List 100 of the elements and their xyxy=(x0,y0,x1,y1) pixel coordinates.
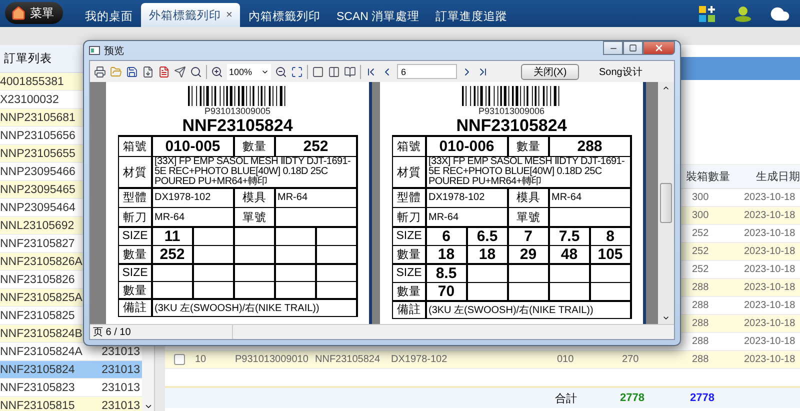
table-cell-text: 288 xyxy=(691,300,710,311)
zoom-select[interactable]: 100% xyxy=(227,64,271,80)
table-row[interactable]: 10 P931013009010 NNF23105824 DX1978-102 010 270 288 2023-10-18 xyxy=(165,351,800,369)
scroll-up-icon[interactable] xyxy=(662,84,670,92)
table-cell-text: 252 xyxy=(691,246,710,257)
close-button[interactable] xyxy=(643,41,675,55)
two-page-icon[interactable] xyxy=(328,66,340,78)
box-number: 010-006 xyxy=(426,136,507,156)
scrollbar-thumb[interactable] xyxy=(660,183,672,223)
fit-page-icon[interactable] xyxy=(291,66,303,78)
table-cell: 7 xyxy=(508,228,548,244)
barcode-number: P931013009005 xyxy=(204,106,271,116)
field-label: 斬刀 xyxy=(119,208,151,226)
row-checkbox[interactable] xyxy=(174,354,184,365)
table-cell-text: 2023-10-18 xyxy=(743,336,796,347)
field-label: 材質 xyxy=(393,157,425,187)
table-cell-text: P931013009010 xyxy=(234,354,310,365)
table-cell: 8 xyxy=(590,228,630,244)
model-value: DX1978-102 xyxy=(426,188,507,206)
save-icon[interactable] xyxy=(126,66,138,78)
table-cell xyxy=(194,264,233,280)
single-page-icon[interactable] xyxy=(312,66,324,78)
panel-title: 訂單列表 xyxy=(4,52,52,66)
table-cell-text: 2023-10-18 xyxy=(743,354,796,365)
table-cell: 18 xyxy=(468,246,507,263)
table-cell xyxy=(234,282,274,298)
tab[interactable]: 訂單進度追蹤 xyxy=(428,5,516,27)
table-cell xyxy=(468,264,507,282)
table-cell: 105 xyxy=(590,246,630,263)
printer-icon[interactable] xyxy=(94,66,106,78)
menu-button[interactable]: 菜單 xyxy=(5,2,63,24)
zoom-in-icon[interactable] xyxy=(211,66,223,78)
tab[interactable]: 我的桌面 xyxy=(77,5,141,27)
material-text: [33X] FP EMP SASOL MESH ⅡDTY DJT-1691-5E REC+PHOTO BLUE[40W] 0.18D 25C POURED PU+MR64+轉印 xyxy=(152,157,356,187)
table-cell-text: 010 xyxy=(556,354,575,365)
table-cell-text: 2023-10-18 xyxy=(743,210,796,221)
table-cell-text: 288 xyxy=(691,336,710,347)
table-cell-text: 252 xyxy=(691,264,710,275)
scroll-down-icon[interactable] xyxy=(662,314,670,322)
field-label: 備註 xyxy=(119,300,151,316)
table-cell xyxy=(152,282,192,298)
maximize-icon xyxy=(629,44,637,52)
tab[interactable]: 外箱標籤列印 × xyxy=(141,3,240,27)
table-cell xyxy=(234,246,274,263)
field-label: 數量 xyxy=(119,282,151,298)
field-label: 數量 xyxy=(508,136,548,156)
close-icon[interactable]: × xyxy=(226,9,232,21)
close-preview-button[interactable]: 关闭(X) xyxy=(521,64,579,80)
table-cell-text: 2023-10-18 xyxy=(743,246,796,257)
minimize-button[interactable] xyxy=(603,41,623,55)
knife-value: MR-64 xyxy=(426,208,507,226)
scrollbar[interactable] xyxy=(658,82,674,324)
list-item[interactable]: NNF23105815 231013 xyxy=(0,397,142,411)
column-header: 裝箱數量 xyxy=(685,170,731,184)
total-value: 2778 xyxy=(690,392,716,404)
table-cell-text: 270 xyxy=(621,354,640,365)
remark-text: (3KU 左(SWOOSH)/右(NIKE TRAIL)) xyxy=(426,302,630,318)
table-cell: 252 xyxy=(152,246,192,263)
tab[interactable]: 內箱標籤列印 xyxy=(240,5,328,27)
table-cell xyxy=(152,264,192,280)
house-icon xyxy=(11,6,26,20)
table-cell: 8.5 xyxy=(426,264,466,282)
last-page-icon[interactable] xyxy=(477,66,489,78)
window-title: 预览 xyxy=(104,44,124,58)
table-cell-text: 288 xyxy=(691,282,710,293)
table-cell xyxy=(550,283,589,300)
field-label: SIZE xyxy=(393,264,425,282)
table-cell xyxy=(276,246,315,263)
table-cell xyxy=(316,282,356,298)
first-page-icon[interactable] xyxy=(365,66,377,78)
field-label: SIZE xyxy=(119,264,151,280)
field-label: 備註 xyxy=(393,302,425,318)
table-cell: 6 xyxy=(426,228,466,244)
table-cell xyxy=(276,228,315,244)
column-header: 生成日期 xyxy=(755,170,800,184)
field-label: 單號 xyxy=(234,208,274,226)
user-icon[interactable] xyxy=(734,6,752,22)
tab[interactable]: SCAN 消單處理 xyxy=(328,5,428,27)
table-cell-text: 300 xyxy=(691,192,710,203)
table-cell xyxy=(316,246,356,263)
grid-plus-icon[interactable] xyxy=(698,4,716,22)
box-number: 010-005 xyxy=(152,136,233,156)
field-label: SIZE xyxy=(393,228,425,244)
page-input[interactable]: 6 xyxy=(397,64,457,79)
export-icon[interactable] xyxy=(142,66,154,78)
remark-text: (3KU 左(SWOOSH)/右(NIKE TRAIL)) xyxy=(152,300,356,316)
table-cell-text: 288 xyxy=(691,354,710,365)
zoom-out-icon[interactable] xyxy=(275,66,287,78)
book-icon[interactable] xyxy=(344,66,356,78)
pdf-icon[interactable] xyxy=(158,66,170,78)
model-value: DX1978-102 xyxy=(152,188,233,206)
quantity-value: 288 xyxy=(550,136,630,156)
send-icon[interactable] xyxy=(174,66,186,78)
maximize-button[interactable] xyxy=(623,41,643,55)
search-icon[interactable] xyxy=(190,66,202,78)
scroll-down-icon[interactable] xyxy=(144,402,152,411)
list-item[interactable]: NNF23105824 231013 xyxy=(0,361,142,379)
field-label: 箱號 xyxy=(119,136,151,156)
close-icon xyxy=(654,43,664,53)
table-cell: 48 xyxy=(550,246,589,263)
